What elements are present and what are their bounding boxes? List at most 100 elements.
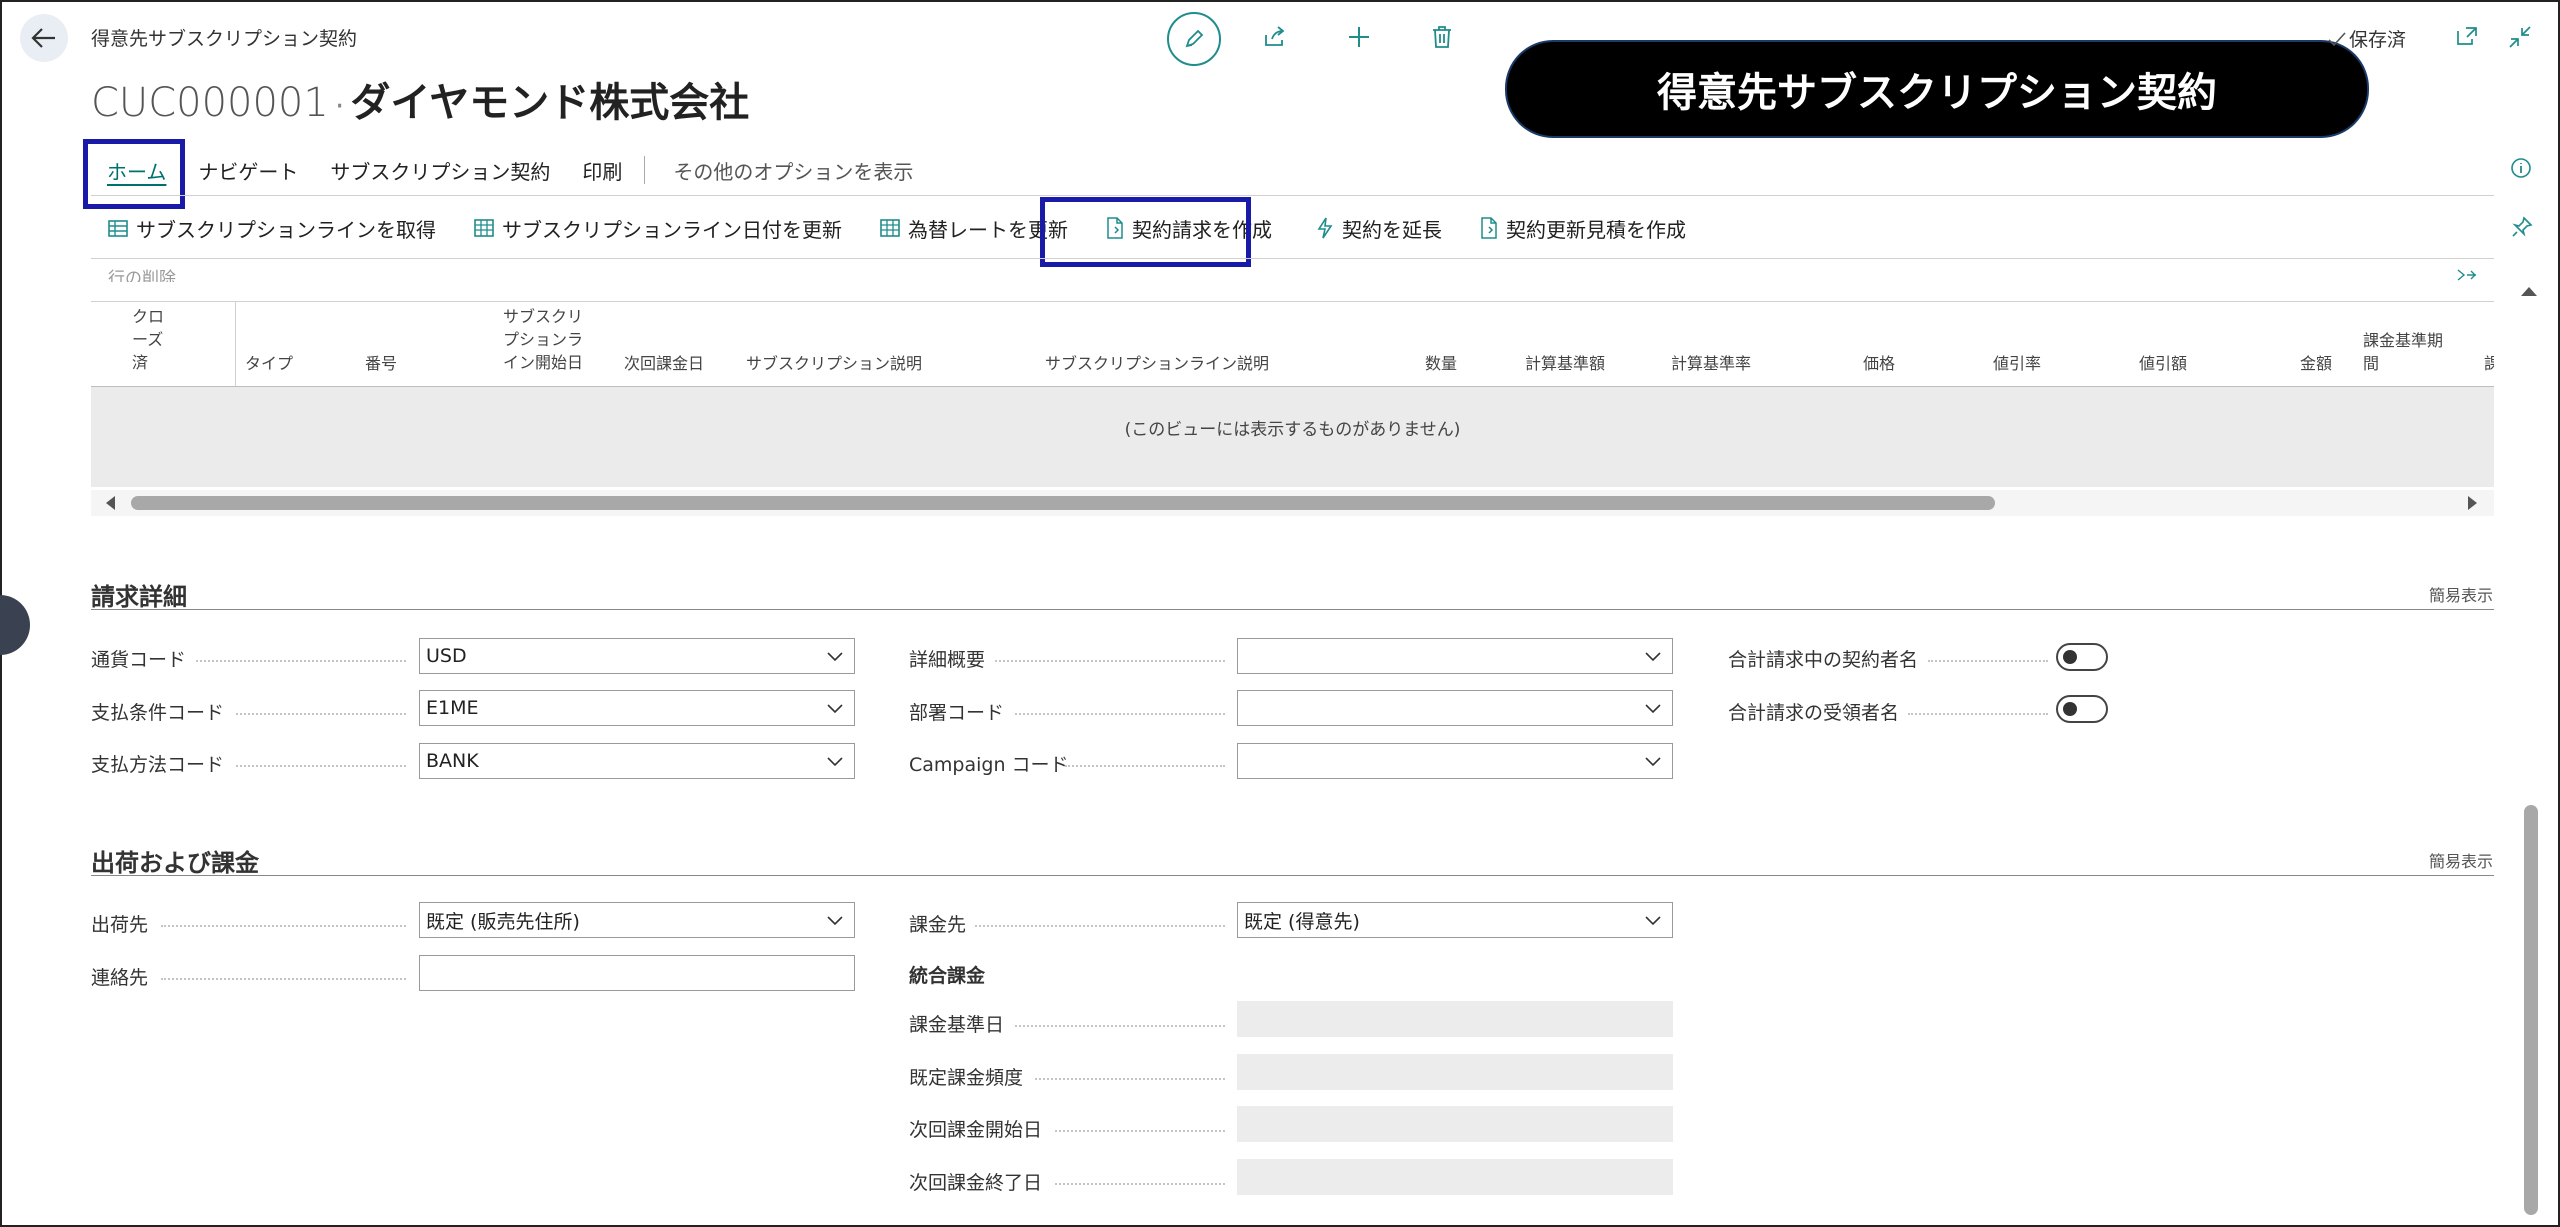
recipient-on-invoice-toggle[interactable] — [2056, 695, 2108, 723]
col-calc-base-amt[interactable]: 計算基準額 — [1525, 352, 1605, 375]
col-disc-pct[interactable]: 値引率 — [1993, 352, 2041, 375]
actions-divider-line — [91, 258, 2494, 259]
col-next-billing[interactable]: 次回課金日 — [624, 352, 704, 375]
leader-dots — [161, 978, 406, 980]
leader-dots — [196, 660, 406, 662]
create-renewal-quote-action[interactable]: 契約更新見積を作成 — [1480, 214, 1686, 243]
shipping-collapse-link[interactable]: 簡易表示 — [2429, 848, 2493, 872]
get-lines-action[interactable]: サブスクリプションラインを取得 — [108, 214, 436, 243]
payment-method-label: 支払方法コード — [91, 754, 225, 776]
toggle-knob — [2063, 702, 2077, 716]
save-status-text: 保存済 — [2349, 29, 2407, 51]
col-line-desc[interactable]: サブスクリプションライン説明 — [1045, 352, 1269, 375]
save-status: 保存済 — [2328, 25, 2406, 52]
col-extra-cut[interactable]: 課 — [2484, 352, 2494, 375]
get-lines-label: サブスクリプションラインを取得 — [136, 217, 436, 242]
sort-button[interactable] — [2457, 267, 2477, 286]
more-options-link[interactable]: その他のオプションを表示 — [673, 156, 913, 185]
create-renewal-quote-label: 契約更新見積を作成 — [1506, 217, 1686, 242]
scroll-up-button[interactable] — [2519, 283, 2539, 302]
contact-field[interactable] — [419, 955, 855, 991]
shipping-section-rule — [91, 875, 2494, 876]
col-no[interactable]: 番号 — [365, 352, 397, 375]
col-start-date[interactable]: サブスクリ プションラ イン開始日 — [503, 305, 583, 374]
bill-to-value: 既定 (得意先) — [1244, 910, 1360, 933]
collapse-button[interactable] — [2509, 26, 2531, 52]
ship-to-value: 既定 (販売先住所) — [426, 910, 580, 933]
pin-button[interactable] — [2511, 216, 2533, 242]
next-billing-to-field — [1237, 1159, 1673, 1195]
campaign-label: Campaign コード — [909, 754, 1069, 776]
payment-method-field[interactable]: BANK — [419, 743, 855, 779]
leader-dots — [1065, 765, 1225, 767]
col-sub-desc[interactable]: サブスクリプション説明 — [746, 352, 922, 375]
detail-overview-field[interactable] — [1237, 638, 1673, 674]
update-line-dates-action[interactable]: サブスクリプションライン日付を更新 — [474, 214, 842, 243]
new-button[interactable] — [1337, 15, 1381, 59]
extend-lightning-icon — [1317, 217, 1333, 239]
share-button[interactable] — [1253, 15, 1297, 59]
col-closed[interactable]: クロ ーズ 済 — [132, 305, 164, 374]
combined-billing-heading: 統合課金 — [909, 965, 986, 987]
leader-dots — [161, 925, 406, 927]
info-icon — [2511, 158, 2531, 178]
col-price[interactable]: 価格 — [1863, 352, 1895, 375]
leader-dots — [236, 713, 406, 715]
vertical-scroll-thumb[interactable] — [2524, 805, 2538, 1215]
leader-dots — [1055, 1130, 1225, 1132]
ship-to-field[interactable]: 既定 (販売先住所) — [419, 902, 855, 938]
grid-top-border — [91, 301, 2494, 302]
department-field[interactable] — [1237, 690, 1673, 726]
col-calc-base-pct[interactable]: 計算基準率 — [1671, 352, 1751, 375]
calendar-grid-icon — [474, 219, 494, 237]
scroll-right-icon — [2468, 496, 2477, 510]
page-title: CUC000001 · ダイヤモンド株式会社 — [91, 70, 749, 128]
tab-navigate[interactable]: ナビゲート — [198, 156, 298, 185]
billing-collapse-link[interactable]: 簡易表示 — [2429, 582, 2493, 606]
col-qty[interactable]: 数量 — [1425, 352, 1457, 375]
billing-section-rule — [91, 609, 2494, 610]
tab-print[interactable]: 印刷 — [582, 156, 622, 185]
col-disc-amt[interactable]: 値引額 — [2139, 352, 2187, 375]
shipping-section-title[interactable]: 出荷および課金 — [91, 843, 259, 878]
delete-line-label[interactable]: 行の削除 — [108, 269, 176, 282]
col-amount[interactable]: 金額 — [2300, 352, 2332, 375]
currency-field[interactable]: USD — [419, 638, 855, 674]
share-icon — [1265, 26, 1285, 46]
scroll-left-button[interactable] — [103, 494, 117, 516]
payment-terms-label: 支払条件コード — [91, 702, 225, 724]
recipient-on-invoice-label: 合計請求の受領者名 — [1728, 702, 1900, 724]
contractor-on-invoice-toggle[interactable] — [2056, 643, 2108, 671]
grid-empty-message: (このビューには表示するものがありません) — [1124, 420, 1461, 440]
delete-button[interactable] — [1420, 15, 1464, 59]
currency-label: 通貨コード — [91, 649, 187, 671]
leader-dots — [1015, 713, 1225, 715]
bill-to-field[interactable]: 既定 (得意先) — [1237, 902, 1673, 938]
campaign-field[interactable] — [1237, 743, 1673, 779]
chevron-down-icon — [827, 757, 843, 767]
col-type[interactable]: タイプ — [245, 352, 293, 375]
contractor-on-invoice-label: 合計請求中の契約者名 — [1728, 649, 1919, 671]
action-menu-bar: ホーム ナビゲート サブスクリプション契約 印刷 その他のオプションを表示 — [91, 150, 945, 190]
payment-terms-field[interactable]: E1ME — [419, 690, 855, 726]
payment-terms-value: E1ME — [426, 697, 479, 719]
action-row: サブスクリプションラインを取得 サブスクリプションライン日付を更新 為替レートを… — [108, 211, 1686, 245]
back-button[interactable] — [20, 14, 68, 62]
open-new-window-button[interactable] — [2456, 26, 2478, 50]
horizontal-scroll-thumb[interactable] — [131, 496, 1995, 510]
edit-button[interactable] — [1167, 12, 1221, 66]
highlight-home-tab — [83, 139, 185, 209]
next-billing-from-field — [1237, 1106, 1673, 1142]
tab-subscription-contract[interactable]: サブスクリプション契約 — [330, 156, 550, 185]
ship-to-label: 出荷先 — [91, 914, 149, 936]
default-billing-rhythm-field — [1237, 1054, 1673, 1090]
leader-dots — [995, 660, 1225, 662]
bill-to-label: 課金先 — [909, 914, 967, 936]
extend-contract-action[interactable]: 契約を延長 — [1316, 214, 1442, 243]
col-billing-period[interactable]: 課金基準期 間 — [2363, 329, 2443, 375]
scroll-right-button[interactable] — [2466, 494, 2480, 516]
contact-label: 連絡先 — [91, 967, 149, 989]
info-button[interactable] — [2510, 157, 2532, 183]
billing-section-title[interactable]: 請求詳細 — [91, 577, 187, 612]
plus-icon — [1349, 27, 1369, 47]
